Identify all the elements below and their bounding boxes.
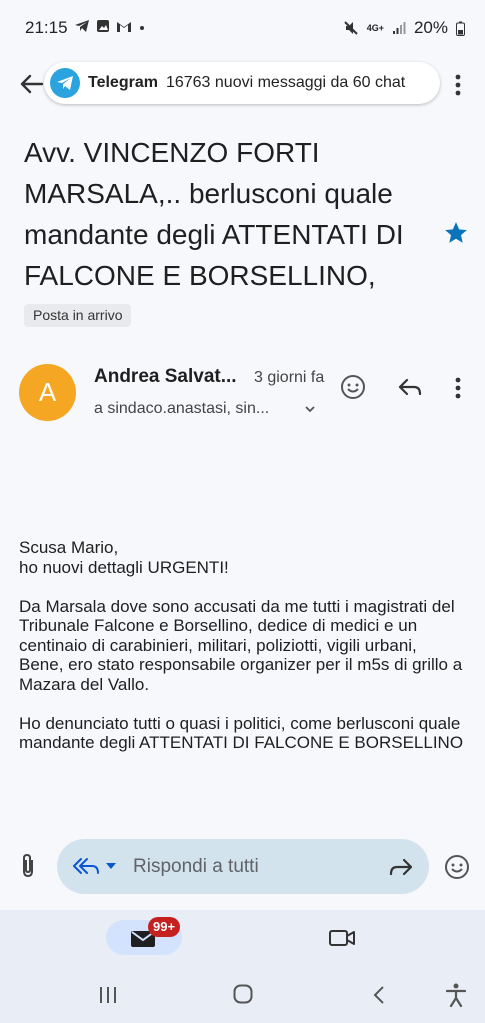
reply-all-box[interactable]: Rispondi a tutti (57, 839, 429, 894)
more-options-icon[interactable] (455, 377, 461, 399)
status-time: 21:15 (25, 18, 68, 37)
recipients[interactable]: a sindaco.anastasi, sin... (94, 400, 269, 418)
telegram-icon (75, 20, 89, 32)
signal-icon (392, 22, 406, 34)
status-right: 4G+ 20% (343, 18, 465, 38)
label-chip[interactable]: Posta in arrivo (24, 304, 132, 327)
home-icon[interactable] (233, 984, 253, 1004)
chevron-down-icon[interactable] (303, 402, 317, 416)
notification-app-name: Telegram (88, 74, 158, 91)
sender-name[interactable]: Andrea Salvat... (94, 366, 237, 388)
attachment-icon[interactable] (18, 853, 38, 879)
system-navigation (0, 968, 485, 1023)
gmail-icon (117, 21, 131, 32)
sender-time: 3 giorni fa (254, 369, 325, 386)
emoji-reaction-icon[interactable] (340, 374, 366, 400)
emoji-icon[interactable] (444, 854, 470, 880)
star-icon[interactable] (443, 220, 469, 246)
reply-placeholder[interactable]: Rispondi a tutti (133, 856, 259, 878)
battery-icon (456, 21, 465, 36)
image-icon (97, 20, 109, 32)
accessibility-icon[interactable] (445, 983, 467, 1007)
forward-icon[interactable] (389, 857, 413, 877)
bottom-navigation: 99+ (0, 910, 485, 968)
system-back-icon[interactable] (372, 985, 386, 1005)
email-subject: Avv. VINCENZO FORTI MARSALA,.. berluscon… (24, 137, 404, 291)
chevron-down-icon[interactable] (105, 862, 117, 870)
unread-badge: 99+ (148, 917, 181, 937)
recent-apps-icon[interactable] (98, 986, 118, 1004)
reply-icon[interactable] (398, 377, 422, 397)
battery-percent: 20% (413, 18, 448, 37)
body-divider (0, 812, 485, 824)
video-icon[interactable] (329, 929, 355, 947)
more-options-icon[interactable] (455, 74, 461, 96)
telegram-logo-icon (50, 68, 80, 98)
reply-all-icon[interactable] (73, 856, 99, 876)
telegram-notification[interactable]: Telegram 16763 nuovi messaggi da 60 chat (44, 62, 440, 104)
notification-message: 16763 nuovi messaggi da 60 chat (165, 74, 406, 91)
email-body: Scusa Mario, ho nuovi dettagli URGENTI! … (19, 538, 464, 752)
network-type: 4G+ (366, 22, 384, 33)
status-bar: 21:15 4G+ 20% (0, 0, 485, 58)
mail-tab[interactable]: 99+ (106, 917, 182, 955)
dot-icon (140, 26, 144, 30)
back-arrow-icon[interactable] (18, 70, 46, 98)
status-left-icons (74, 19, 146, 33)
avatar[interactable]: A (19, 364, 76, 421)
mute-icon (343, 21, 358, 35)
